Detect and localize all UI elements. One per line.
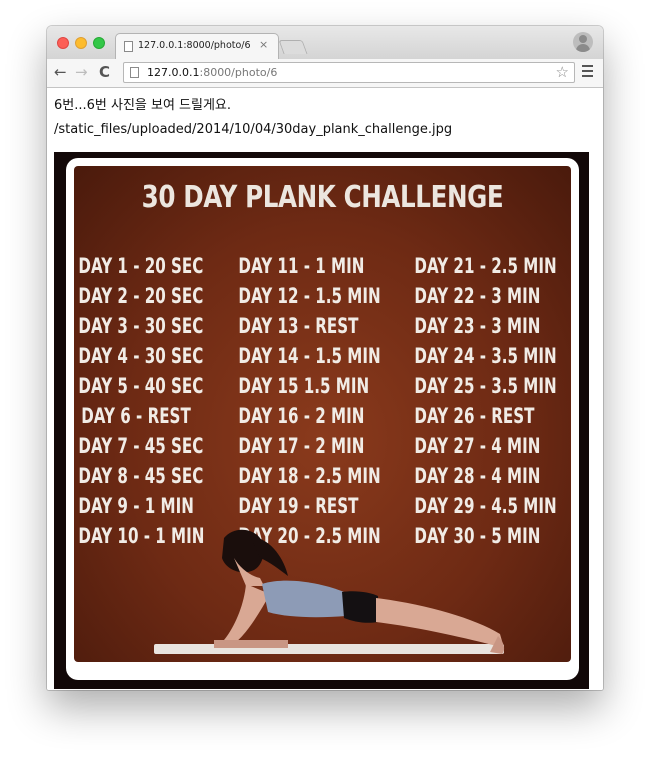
menu-icon[interactable] xyxy=(582,65,593,80)
page-heading: 6번...6번 사진을 보여 드릴게요. xyxy=(54,98,232,113)
page-icon xyxy=(130,67,139,78)
poster-frame: 30 DAY PLANK CHALLENGE DAY 1 - 20 SEC DAY… xyxy=(66,158,579,680)
url-host: 127.0.0.1 xyxy=(147,66,200,79)
zoom-window-button[interactable] xyxy=(93,37,105,49)
close-window-button[interactable] xyxy=(57,37,69,49)
url-path: :8000/photo/6 xyxy=(199,66,278,79)
tab-title: 127.0.0.1:8000/photo/6 xyxy=(138,40,251,51)
toolbar: ← → C 127.0.0.1:8000/photo/6 ☆ xyxy=(47,59,603,88)
address-bar[interactable]: 127.0.0.1:8000/photo/6 ☆ xyxy=(123,62,575,83)
back-arrow-icon[interactable]: ← xyxy=(54,62,67,82)
url-text: 127.0.0.1:8000/photo/6 xyxy=(147,66,277,79)
forward-arrow-icon[interactable]: → xyxy=(75,62,88,82)
bookmark-star-icon[interactable]: ☆ xyxy=(556,63,569,81)
tab-photo-6[interactable]: 127.0.0.1:8000/photo/6 × xyxy=(115,33,279,60)
profile-avatar-icon[interactable] xyxy=(573,32,593,52)
minimize-window-button[interactable] xyxy=(75,37,87,49)
browser-window: 127.0.0.1:8000/photo/6 × ← → C 127.0.0.1… xyxy=(47,26,603,690)
file-path-text: /static_files/uploaded/2014/10/04/30day_… xyxy=(54,122,453,137)
title-bar: 127.0.0.1:8000/photo/6 × xyxy=(47,26,603,60)
page-content: 6번...6번 사진을 보여 드릴게요. /static_files/uploa… xyxy=(47,88,603,690)
reload-icon[interactable]: C xyxy=(99,62,110,82)
plank-challenge-photo: 30 DAY PLANK CHALLENGE DAY 1 - 20 SEC DAY… xyxy=(54,152,589,689)
woman-planking-illustration xyxy=(214,529,505,654)
new-tab-button[interactable] xyxy=(278,40,308,54)
page-icon xyxy=(124,41,133,52)
tab-close-icon[interactable]: × xyxy=(259,38,268,51)
poster-background: 30 DAY PLANK CHALLENGE DAY 1 - 20 SEC DAY… xyxy=(74,166,571,662)
